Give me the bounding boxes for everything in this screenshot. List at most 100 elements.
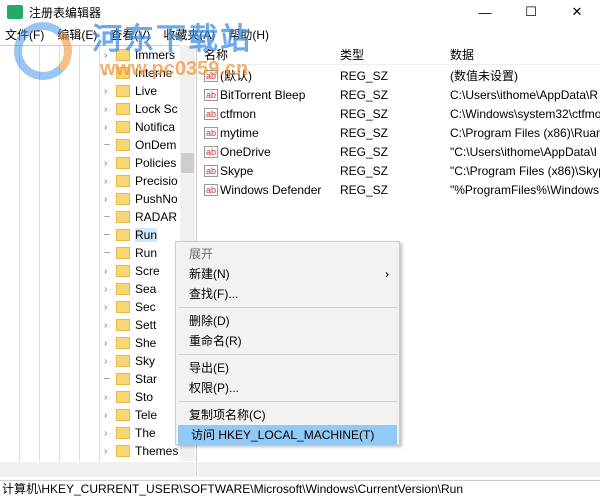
tree-node[interactable]: › Sett [104,316,156,334]
table-row[interactable]: ab OneDrive REG_SZ "C:\Users\ithome\AppData… [198,142,600,161]
chevron-right-icon[interactable]: › [104,446,116,457]
value-data: "C:\Program Files (x86)\Skyp [450,163,600,178]
chevron-right-icon[interactable]: › [104,428,116,439]
table-row[interactable]: ab Windows Defender REG_SZ "%ProgramFiles%\… [198,180,600,199]
value-data: C:\Program Files (x86)\Ruan [450,125,600,140]
menu-item-expand[interactable]: 展开 [176,244,399,264]
tree-node-label: The [135,426,156,440]
value-type: REG_SZ [340,68,389,83]
list-horizontal-scrollbar[interactable] [198,462,600,477]
value-data: C:\Users\ithome\AppData\R [450,87,599,102]
folder-icon [116,103,130,115]
tree-node-label: She [135,336,157,350]
tree-node-label: Star [135,372,158,386]
tree-node-label: Policies [135,156,177,170]
tree-node-label: RADAR [135,210,178,224]
string-value-icon: ab [204,164,219,177]
maximize-button[interactable]: ☐ [508,0,554,24]
folder-icon [116,229,130,241]
tree-node[interactable]: › Sto [104,388,153,406]
folder-icon [116,427,130,439]
tree-node-label: Tele [135,408,158,422]
tree-node-label: Sto [135,390,154,404]
chevron-right-icon[interactable]: › [104,284,116,295]
scroll-thumb[interactable] [181,153,194,173]
menu-item-rename[interactable]: 重命名(R) [176,331,399,351]
table-row[interactable]: ab ctfmon REG_SZ C:\Windows\system32\ctfmo [198,104,600,123]
registry-tree: › Immers › Interne › Live › Lock Sc › Notifica ┄ On… [0,45,195,461]
folder-icon [116,301,130,313]
chevron-right-icon[interactable]: › [104,392,116,403]
tree-node-label: Run [135,228,158,242]
tree-node[interactable]: › She [104,334,156,352]
tree-node[interactable]: ┄ Run [104,244,157,262]
tree-node[interactable]: › Sky [104,352,155,370]
string-value-icon: ab [204,145,219,158]
chevron-right-icon[interactable]: › [104,104,116,115]
menu-item-permissions[interactable]: 权限(P)... [176,378,399,398]
value-data: C:\Windows\system32\ctfmo [450,106,600,121]
tree-node-label: Live [135,84,158,98]
column-data[interactable]: 数据 [450,46,474,63]
menu-item-find[interactable]: 查找(F)... [176,284,399,304]
tree-node-label: Sea [135,282,157,296]
tree-line-icon: ┄ [104,211,111,223]
tree-horizontal-scrollbar[interactable] [0,462,195,477]
chevron-right-icon[interactable]: › [104,266,116,277]
folder-icon [116,265,130,277]
minimize-button[interactable]: — [462,0,508,24]
tree-node-label: Themes [135,444,179,458]
tree-line-icon: ┄ [104,139,111,151]
table-row[interactable]: ab BitTorrent Bleep REG_SZ C:\Users\ithome\… [198,85,600,104]
list-header: 名称 类型 数据 [198,45,600,65]
tree-node[interactable]: ┄ Star [104,370,157,388]
table-row[interactable]: ab Skype REG_SZ "C:\Program Files (x86)\Sky… [198,161,600,180]
chevron-right-icon[interactable]: › [104,122,116,133]
string-value-icon: ab [204,107,219,120]
chevron-right-icon[interactable]: › [104,158,116,169]
tree-node[interactable]: › Policies [104,154,176,172]
column-type[interactable]: 类型 [340,46,364,63]
tree-node[interactable]: › Sea [104,280,156,298]
menu-item-delete[interactable]: 删除(D) [176,311,399,331]
tree-node-label: Run [135,246,158,260]
menu-item-export[interactable]: 导出(E) [176,358,399,378]
menu-item-copy-key-name[interactable]: 复制项名称(C) [176,405,399,425]
tree-node[interactable]: ┄ RADAR [104,208,177,226]
title-bar: 注册表编辑器 — ☐ ✕ [0,0,600,24]
chevron-right-icon[interactable]: › [104,302,116,313]
tree-node[interactable]: › Lock Sc [104,100,178,118]
menu-item-goto-hklm[interactable]: 访问 HKEY_LOCAL_MACHINE(T) [178,425,397,445]
table-row[interactable]: ab mytime REG_SZ C:\Program Files (x86)\Rua… [198,123,600,142]
string-value-icon: ab [204,126,219,139]
value-type: REG_SZ [340,106,389,121]
table-row[interactable]: ab (默认) REG_SZ (数值未设置) [198,66,600,85]
tree-node[interactable]: › Tele [104,406,157,424]
chevron-right-icon[interactable]: › [104,356,116,367]
tree-node[interactable]: › Sec [104,298,156,316]
chevron-right-icon[interactable]: › [104,410,116,421]
tree-node[interactable]: ┄ OnDem [104,136,176,154]
tree-node[interactable]: › PushNo [104,190,178,208]
chevron-right-icon[interactable]: › [104,176,116,187]
tree-node-label: PushNo [135,192,178,206]
tree-node[interactable]: › Notifica [104,118,175,136]
menu-item-new[interactable]: 新建(N) › [176,264,399,284]
tree-node[interactable]: › The [104,424,156,442]
tree-node[interactable]: ┄ Run [104,226,158,244]
chevron-right-icon[interactable]: › [104,86,116,97]
string-value-icon: ab [204,88,219,101]
chevron-right-icon[interactable]: › [104,320,116,331]
chevron-right-icon[interactable]: › [104,338,116,349]
string-value-icon: ab [204,183,219,196]
tree-node[interactable]: › Precisio [104,172,178,190]
value-type: REG_SZ [340,125,389,140]
tree-node[interactable]: › Live [104,82,157,100]
tree-node[interactable]: › Themes [104,442,178,460]
chevron-right-icon[interactable]: › [104,194,116,205]
folder-icon [116,283,130,295]
close-button[interactable]: ✕ [554,0,600,24]
tree-node[interactable]: › Scre [104,262,160,280]
tree-node-label: Sec [135,300,156,314]
value-name: ctfmon [220,106,257,121]
